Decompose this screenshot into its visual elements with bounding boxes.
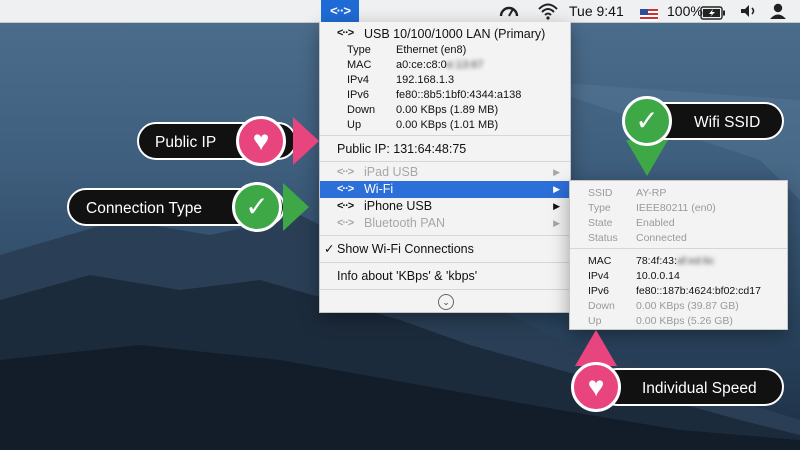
menu-separator — [320, 235, 570, 236]
wifi-down-value: 0.00 KBps (39.87 GB) — [636, 300, 739, 312]
submenu-arrow-icon: ▶ — [553, 218, 560, 228]
interface-icon: <··> — [337, 166, 354, 178]
primary-interface-title: USB 10/100/1000 LAN (Primary) — [364, 27, 546, 41]
primary-ipv4-label: IPv4 — [347, 74, 370, 86]
checkmark-icon: ✓ — [324, 242, 335, 256]
mac-redacted: af:ed:6c — [676, 255, 715, 267]
submenu-arrow-icon: ▶ — [553, 201, 560, 211]
menu-separator — [320, 289, 570, 290]
public-ip-text: Public IP: 131:64:48:75 — [337, 142, 467, 156]
public-ip-pointer — [293, 117, 319, 165]
interface-wifi[interactable]: <··> Wi-Fi ▶ — [320, 181, 570, 198]
primary-up-label: Up — [347, 119, 362, 131]
interface-icon: <··> — [337, 183, 354, 195]
wifi-up-value: 0.00 KBps (5.26 GB) — [636, 315, 733, 327]
primary-up-value: 0.00 KBps (1.01 MB) — [396, 119, 499, 131]
primary-ipv4-value: 192.168.1.3 — [396, 74, 455, 86]
mac-redacted: e:13:67 — [446, 59, 484, 71]
wifi-up-label: Up — [588, 315, 602, 327]
primary-interface-title-row[interactable]: <··> USB 10/100/1000 LAN (Primary) — [320, 26, 570, 44]
primary-type-value: Ethernet (en8) — [396, 44, 467, 56]
info-kbps-item[interactable]: Info about 'KBps' & 'kbps' — [320, 266, 570, 286]
connection-type-pointer — [283, 183, 309, 231]
ssid-label: SSID — [588, 187, 613, 199]
interface-icon: <··> — [337, 217, 354, 229]
wifi-down-label: Down — [588, 300, 615, 312]
wifi-ipv4-value: 10.0.0.14 — [636, 270, 680, 282]
menubar: <··> Tue 9:41 100% — [0, 0, 800, 23]
wifi-mac-value: 78:4f:43:af:ed:6c — [636, 255, 715, 267]
volume-icon[interactable] — [738, 0, 758, 22]
menu-separator — [320, 161, 570, 162]
heart-icon: ♥ — [571, 362, 621, 412]
primary-type-label: Type — [347, 44, 371, 56]
individual-speed-pointer — [575, 330, 617, 366]
interface-bluetooth-pan[interactable]: <··> Bluetooth PAN ▶ — [320, 215, 570, 232]
primary-mac-value: a0:ce:c8:0e:13:67 — [396, 59, 484, 71]
wifi-type-label: Type — [588, 202, 611, 214]
checkmark-icon: ✓ — [232, 182, 282, 232]
wifi-type-value: IEEE80211 (en0) — [636, 202, 716, 214]
primary-down-label: Down — [347, 104, 376, 116]
clock[interactable]: Tue 9:41 — [569, 0, 629, 22]
show-wifi-connections-item[interactable]: ✓ Show Wi-Fi Connections — [320, 239, 570, 259]
wifi-mac-label: MAC — [588, 255, 612, 267]
submenu-arrow-icon: ▶ — [553, 184, 560, 194]
wifi-ipv6-value: fe80::187b:4624:bf02:cd17 — [636, 285, 761, 297]
network-menu: <··> USB 10/100/1000 LAN (Primary) Type … — [319, 22, 571, 313]
ethernet-icon: <··> — [337, 27, 354, 39]
submenu-separator — [570, 248, 787, 249]
wifi-ipv4-label: IPv4 — [588, 270, 610, 282]
primary-ipv6-value: fe80::8b5:1bf0:4344:a138 — [396, 89, 522, 101]
public-ip-row[interactable]: Public IP: 131:64:48:75 — [320, 139, 570, 159]
primary-mac-label: MAC — [347, 59, 372, 71]
primary-ipv6-label: IPv6 — [347, 89, 370, 101]
wifi-status-label: Status — [588, 232, 618, 244]
wifi-status-value: Connected — [636, 232, 687, 244]
wifi-state-value: Enabled — [636, 217, 675, 229]
gauge-icon[interactable] — [498, 0, 524, 22]
battery-icon[interactable] — [700, 4, 726, 20]
ssid-value: AY-RP — [636, 187, 667, 199]
primary-down-value: 0.00 KBps (1.89 MB) — [396, 104, 499, 116]
wifi-icon[interactable] — [537, 0, 561, 22]
network-status-icon[interactable]: <··> — [321, 0, 359, 22]
checkmark-icon: ✓ — [622, 96, 672, 146]
wifi-ipv6-label: IPv6 — [588, 285, 610, 297]
menu-separator — [320, 262, 570, 263]
flag-icon[interactable] — [640, 5, 658, 21]
submenu-arrow-icon: ▶ — [553, 167, 560, 177]
menu-separator — [320, 135, 570, 136]
interface-iphone-usb[interactable]: <··> iPhone USB ▶ — [320, 198, 570, 215]
interface-ipad-usb[interactable]: <··> iPad USB ▶ — [320, 164, 570, 181]
callout-individual-speed: Individual Speed — [598, 368, 784, 406]
scroll-down-chevron-icon[interactable]: ⌄ — [438, 294, 454, 310]
wifi-state-label: State — [588, 217, 613, 229]
interface-icon: <··> — [337, 200, 354, 212]
heart-icon: ♥ — [236, 116, 286, 166]
wifi-submenu: SSID AY-RP Type IEEE80211 (en0) State En… — [569, 180, 788, 330]
user-icon[interactable] — [768, 0, 788, 22]
